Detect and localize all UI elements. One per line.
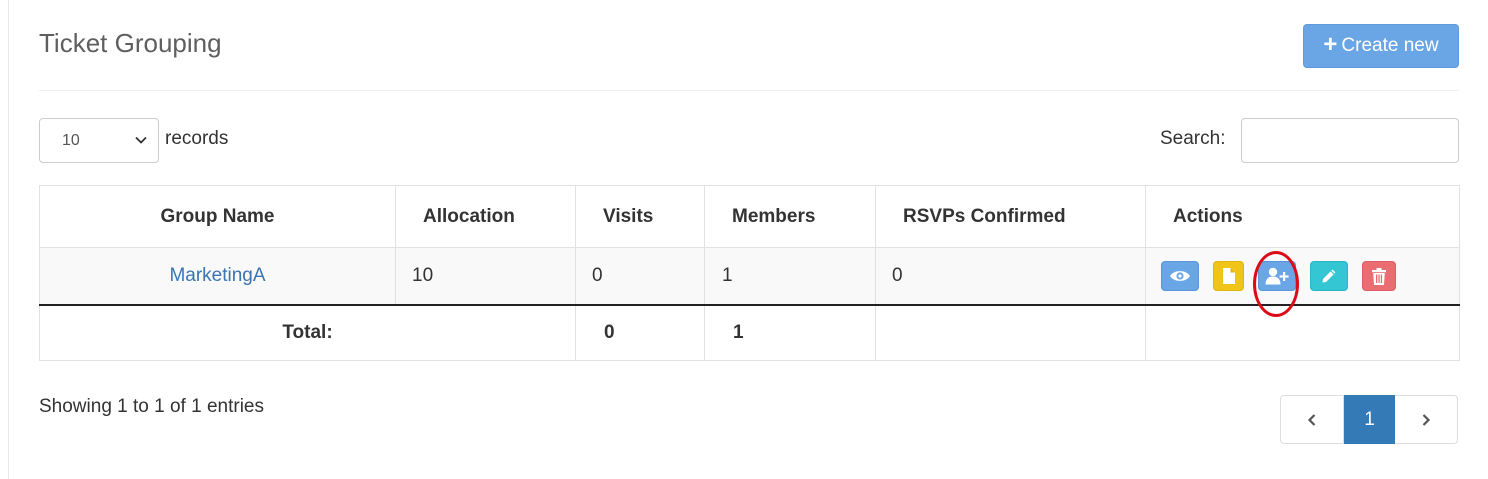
footer-visits-total: 0 — [575, 304, 705, 361]
footer-members-total: 1 — [704, 304, 876, 361]
table-info: Showing 1 to 1 of 1 entries — [39, 396, 264, 417]
column-header-visits[interactable]: Visits — [575, 185, 705, 248]
view-button[interactable] — [1161, 261, 1199, 291]
pagination-page-1[interactable]: 1 — [1344, 395, 1395, 444]
footer-actions-empty — [1145, 304, 1460, 361]
edit-button[interactable] — [1310, 261, 1348, 291]
create-new-button[interactable]: + Create new — [1303, 24, 1459, 68]
search-label: Search: — [1160, 128, 1226, 149]
footer-total-label: Total: — [39, 304, 576, 361]
pencil-icon — [1322, 269, 1336, 283]
plus-icon: + — [1323, 31, 1338, 58]
search-input[interactable] — [1241, 118, 1459, 163]
pagination: 1 — [1280, 395, 1458, 444]
footer-rsvps-total — [875, 304, 1146, 361]
cell-visits: 0 — [575, 247, 705, 306]
chevron-right-icon — [1422, 413, 1431, 426]
column-header-rsvps-confirmed[interactable]: RSVPs Confirmed — [875, 185, 1146, 248]
document-button[interactable] — [1213, 261, 1244, 291]
records-label: records — [165, 128, 229, 149]
records-per-page-value: 10 — [62, 131, 80, 149]
ticket-group-table: Group Name Allocation Visits Members RSV… — [39, 185, 1460, 361]
column-header-members[interactable]: Members — [704, 185, 876, 248]
header-divider — [39, 90, 1459, 91]
pagination-next[interactable] — [1395, 395, 1458, 444]
column-header-actions: Actions — [1145, 185, 1460, 248]
table-row: MarketingA 10 0 1 0 — [39, 247, 1460, 306]
cell-rsvps-confirmed: 0 — [875, 247, 1146, 306]
cell-allocation: 10 — [395, 247, 576, 306]
cell-actions — [1145, 247, 1460, 306]
chevron-left-icon — [1307, 413, 1316, 426]
table-header-row: Group Name Allocation Visits Members RSV… — [39, 185, 1460, 248]
cell-group-name: MarketingA — [39, 247, 396, 306]
table-footer-row: Total: 0 1 — [39, 304, 1460, 361]
delete-button[interactable] — [1362, 261, 1396, 291]
left-border — [8, 0, 9, 479]
page-title: Ticket Grouping — [39, 28, 222, 58]
column-header-group-name[interactable]: Group Name — [39, 185, 396, 248]
file-icon — [1222, 268, 1235, 284]
highlight-circle-annotation — [1253, 251, 1299, 317]
column-header-allocation[interactable]: Allocation — [395, 185, 576, 248]
records-per-page-select[interactable]: 10 — [39, 118, 159, 163]
eye-icon — [1170, 271, 1190, 281]
chevron-down-icon — [135, 136, 147, 144]
trash-icon — [1372, 267, 1386, 285]
cell-members: 1 — [704, 247, 876, 306]
create-new-label: Create new — [1341, 35, 1439, 56]
pagination-previous[interactable] — [1280, 395, 1344, 444]
group-name-link[interactable]: MarketingA — [169, 265, 265, 286]
